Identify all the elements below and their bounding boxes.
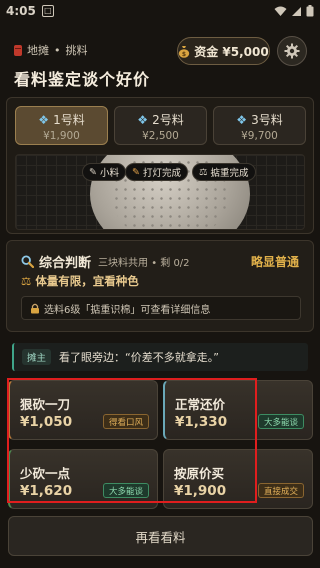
funds-badge: $ 资金 ¥5,000 [177, 37, 270, 65]
header: 地摊 • 挑料 看料鉴定谈个好价 $ 资金 ¥5,000 [0, 32, 320, 96]
svg-text:$: $ [182, 50, 186, 57]
breadcrumb-separator: • [54, 43, 61, 57]
speaker-badge: 摊主 [22, 349, 52, 365]
status-bar: 4:05 □ [0, 0, 320, 22]
money-bag-icon: $ [179, 45, 190, 58]
flashlight-icon: ✎ [132, 166, 140, 178]
signal-icon [292, 6, 301, 16]
breadcrumb: 地摊 • 挑料 [14, 42, 88, 58]
gem-icon: ❖ [38, 112, 50, 127]
gear-icon [284, 43, 300, 59]
offer-button-normal[interactable]: 正常还价 ¥1,330 大多能谈 [163, 380, 313, 440]
locked-info: 选料6级「掂重识棉」可查看详细信息 [21, 296, 301, 320]
settings-button[interactable] [277, 36, 307, 66]
sd-card-icon: □ [41, 5, 54, 17]
scale-icon: ⚖ [199, 166, 208, 178]
gem-icon: ❖ [137, 112, 149, 127]
offer-name: 狠砍一刀 [20, 397, 71, 412]
offer-button-full-price[interactable]: 按原价买 ¥1,900 直接成交 [163, 449, 313, 509]
analysis-title: 综合判断 [39, 256, 92, 271]
review-material-button[interactable]: 再看看料 [8, 516, 313, 556]
analysis-hint: ⚖ 体量有限，宜看种色 [21, 273, 139, 289]
item-tab-3[interactable]: ❖ 3号料 ¥9,700 [213, 106, 306, 145]
wifi-icon [274, 6, 287, 16]
analysis-panel: 综合判断 三块料共用 • 剩 0/2 略显普通 ⚖ 体量有限，宜看种色 选料6级… [6, 240, 314, 332]
red-stall-icon [14, 44, 22, 56]
gem-icon: ❖ [236, 112, 248, 127]
item-tab-label: 3号料 [251, 113, 283, 127]
status-icons [274, 5, 314, 17]
chip-size: ✎ 小料 [82, 163, 126, 181]
chip-weigh-label: 掂重完成 [210, 168, 249, 179]
chip-weigh: ⚖ 掂重完成 [192, 163, 256, 181]
seller-dialog: 摊主 看了眼旁边：“价差不多就拿走。” [12, 343, 308, 371]
analysis-header: 综合判断 三块料共用 • 剩 0/2 [21, 252, 190, 271]
page-title: 看料鉴定谈个好价 [14, 70, 151, 89]
chip-light-label: 打灯完成 [142, 168, 181, 179]
offer-tag: 得看口风 [102, 414, 149, 429]
offer-button-hard-cut[interactable]: 狠砍一刀 ¥1,050 得看口风 [8, 380, 158, 440]
offer-tag: 大多能谈 [102, 483, 149, 498]
item-tab-label: 2号料 [152, 113, 184, 127]
breadcrumb-location: 地摊 [27, 44, 49, 57]
item-tab-price: ¥1,900 [43, 130, 80, 142]
item-tab-price: ¥2,500 [142, 130, 179, 142]
analysis-subtitle: 三块料共用 • 剩 0/2 [98, 258, 190, 269]
analysis-verdict: 略显普通 [250, 255, 299, 269]
chip-light: ✎ 打灯完成 [125, 163, 188, 181]
item-tab-2[interactable]: ❖ 2号料 ¥2,500 [114, 106, 207, 145]
locked-info-text: 选料6级「掂重识棉」可查看详细信息 [44, 304, 211, 316]
chip-size-label: 小料 [99, 168, 119, 179]
funds-label: 资金 ¥5,000 [194, 44, 269, 59]
offer-name: 正常还价 [175, 397, 226, 412]
offer-price: ¥1,050 [20, 414, 73, 430]
sd-card-glyph: □ [44, 6, 52, 15]
offer-button-small-cut[interactable]: 少砍一点 ¥1,620 大多能谈 [8, 449, 158, 509]
material-stage: ❖ 1号料 ¥1,900 ❖ 2号料 ¥2,500 ❖ 3号料 ¥9,700 ✎ 小料… [6, 97, 314, 234]
lock-icon [31, 303, 39, 313]
breadcrumb-stage: 挑料 [65, 44, 88, 57]
offer-name: 按原价买 [174, 466, 225, 481]
stone-view[interactable]: ✎ 小料 ✎ 打灯完成 ⚖ 掂重完成 [15, 154, 305, 230]
dialog-text: 看了眼旁边：“价差不多就拿走。” [59, 351, 219, 364]
item-tab-label: 1号料 [53, 113, 85, 127]
offer-name: 少砍一点 [20, 466, 71, 481]
scale-icon: ⚖ [21, 274, 32, 288]
offer-price: ¥1,620 [20, 483, 73, 499]
item-tab-price: ¥9,700 [241, 130, 278, 142]
offer-tag: 直接成交 [257, 483, 304, 498]
battery-icon [306, 5, 314, 17]
analysis-hint-text: 体量有限，宜看种色 [35, 274, 139, 288]
offer-price: ¥1,900 [174, 483, 227, 499]
magnifier-icon [21, 255, 34, 268]
offer-tag: 大多能谈 [257, 414, 304, 429]
status-time: 4:05 [6, 4, 36, 18]
offer-price: ¥1,330 [175, 414, 228, 430]
item-tab-1[interactable]: ❖ 1号料 ¥1,900 [15, 106, 108, 145]
pencil-icon: ✎ [89, 166, 97, 178]
